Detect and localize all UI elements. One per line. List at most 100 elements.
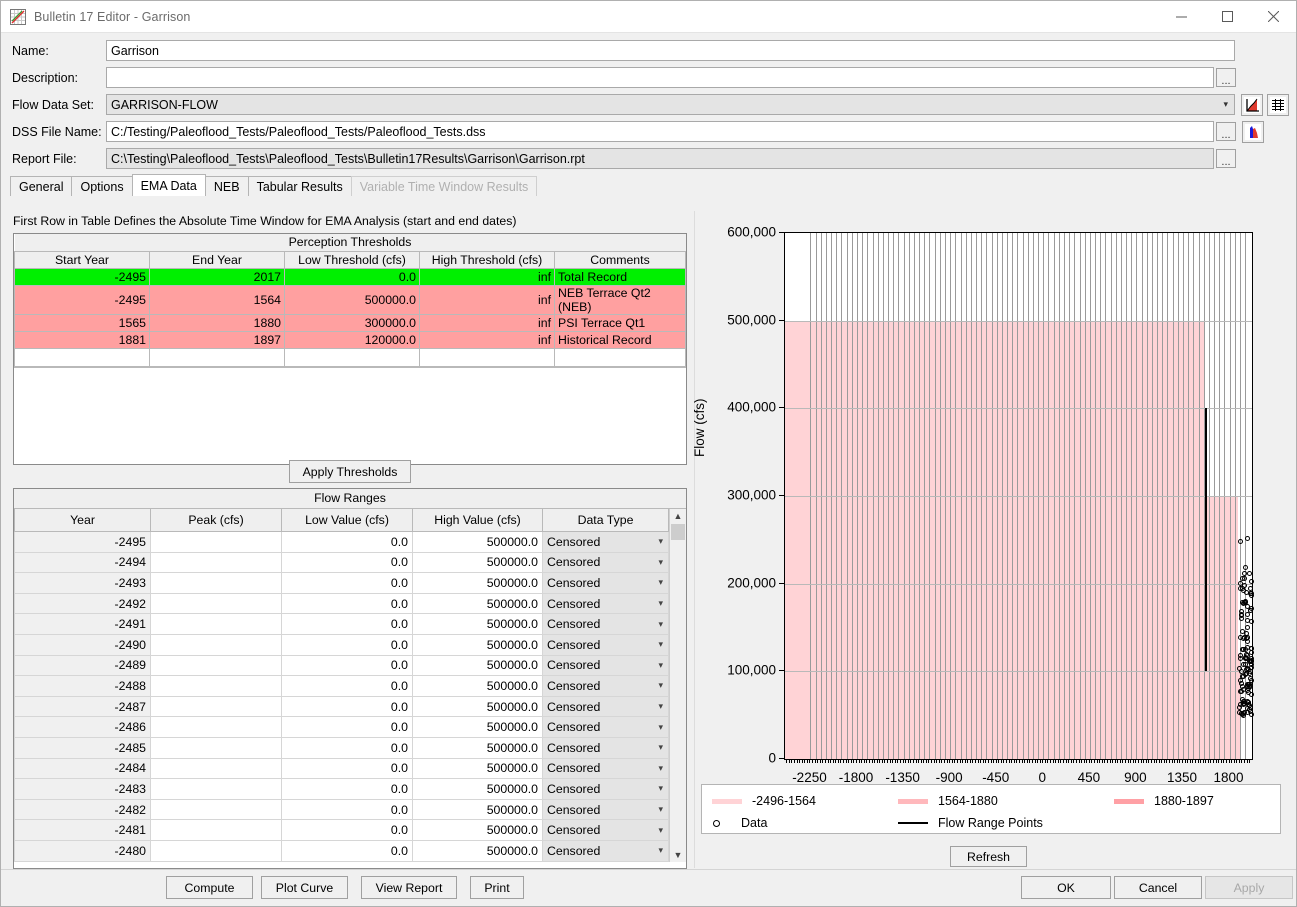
cell-low-value[interactable]: 0.0 bbox=[281, 736, 413, 759]
cell-high-value[interactable]: 500000.0 bbox=[412, 757, 543, 780]
cell-data-type[interactable]: Censored ▾ bbox=[542, 757, 669, 780]
cell-start-year[interactable] bbox=[14, 347, 150, 367]
table-row[interactable]: -2492 0.0 500000.0 Censored ▾ bbox=[14, 592, 669, 615]
scroll-down-icon[interactable]: ▼ bbox=[670, 847, 686, 862]
maximize-icon[interactable] bbox=[1204, 1, 1250, 32]
cell-data-type[interactable]: Censored ▾ bbox=[542, 531, 669, 553]
cell-comments[interactable]: Historical Record bbox=[554, 330, 686, 349]
tab-ema-data[interactable]: EMA Data bbox=[131, 174, 206, 196]
cell-peak[interactable] bbox=[150, 736, 282, 759]
cell-high-value[interactable]: 500000.0 bbox=[412, 798, 543, 821]
cell-data-type[interactable]: Censored ▾ bbox=[542, 736, 669, 759]
chevron-down-icon[interactable]: ▾ bbox=[658, 577, 668, 588]
cell-year[interactable]: -2489 bbox=[14, 654, 151, 677]
cell-start-year[interactable]: 1565 bbox=[14, 313, 150, 332]
cell-high-threshold[interactable]: inf bbox=[419, 313, 555, 332]
apply-thresholds-button[interactable]: Apply Thresholds bbox=[289, 460, 411, 483]
cell-peak[interactable] bbox=[150, 716, 282, 738]
chevron-down-icon[interactable]: ▾ bbox=[658, 557, 668, 568]
chevron-down-icon[interactable]: ▾ bbox=[658, 598, 668, 609]
cell-low-value[interactable]: 0.0 bbox=[281, 695, 413, 718]
chevron-down-icon[interactable]: ▾ bbox=[658, 536, 668, 547]
compute-button[interactable]: Compute bbox=[166, 876, 253, 899]
cell-high-value[interactable]: 500000.0 bbox=[412, 716, 543, 738]
chevron-down-icon[interactable]: ▾ bbox=[658, 783, 668, 794]
cell-data-type[interactable]: Censored ▾ bbox=[542, 695, 669, 718]
table-row[interactable]: 1881 1897 120000.0 inf Historical Record bbox=[14, 330, 686, 349]
cell-peak[interactable] bbox=[150, 839, 282, 862]
cell-high-value[interactable]: 500000.0 bbox=[412, 778, 543, 800]
cell-end-year[interactable] bbox=[149, 347, 285, 367]
cell-data-type[interactable]: Censored ▾ bbox=[542, 633, 669, 656]
table-row[interactable]: -2481 0.0 500000.0 Censored ▾ bbox=[14, 819, 669, 841]
cell-high-value[interactable]: 500000.0 bbox=[412, 654, 543, 677]
chevron-down-icon[interactable]: ▾ bbox=[658, 722, 668, 733]
table-row[interactable] bbox=[14, 347, 686, 367]
cell-comments[interactable]: PSI Terrace Qt1 bbox=[554, 313, 686, 332]
flow-data-set-combo[interactable]: GARRISON-FLOW ▾ bbox=[106, 94, 1235, 115]
cell-peak[interactable] bbox=[150, 675, 282, 697]
cell-start-year[interactable]: -2495 bbox=[14, 284, 150, 315]
table-row[interactable]: -2495 0.0 500000.0 Censored ▾ bbox=[14, 531, 669, 553]
cell-low-value[interactable]: 0.0 bbox=[281, 592, 413, 615]
cell-data-type[interactable]: Censored ▾ bbox=[542, 839, 669, 862]
cell-data-type[interactable]: Censored ▾ bbox=[542, 613, 669, 635]
cancel-button[interactable]: Cancel bbox=[1114, 876, 1202, 899]
cell-peak[interactable] bbox=[150, 819, 282, 841]
description-browse-button[interactable]: ... bbox=[1216, 68, 1236, 87]
cell-comments[interactable]: NEB Terrace Qt2 (NEB) bbox=[554, 284, 686, 315]
cell-data-type[interactable]: Censored ▾ bbox=[542, 675, 669, 697]
table-icon[interactable] bbox=[1267, 93, 1289, 116]
chevron-down-icon[interactable]: ▾ bbox=[658, 639, 668, 650]
cell-high-value[interactable]: 500000.0 bbox=[412, 633, 543, 656]
cell-comments[interactable] bbox=[554, 347, 686, 367]
cell-peak[interactable] bbox=[150, 633, 282, 656]
chevron-down-icon[interactable]: ▾ bbox=[658, 825, 668, 836]
cell-data-type[interactable]: Censored ▾ bbox=[542, 819, 669, 841]
print-button[interactable]: Print bbox=[470, 876, 524, 899]
cell-high-value[interactable]: 500000.0 bbox=[412, 736, 543, 759]
cell-year[interactable]: -2487 bbox=[14, 695, 151, 718]
cell-year[interactable]: -2485 bbox=[14, 736, 151, 759]
chevron-down-icon[interactable]: ▾ bbox=[658, 660, 668, 671]
cell-low-value[interactable]: 0.0 bbox=[281, 819, 413, 841]
table-row[interactable]: -2482 0.0 500000.0 Censored ▾ bbox=[14, 798, 669, 821]
cell-low-value[interactable]: 0.0 bbox=[281, 839, 413, 862]
table-row[interactable]: -2486 0.0 500000.0 Censored ▾ bbox=[14, 716, 669, 738]
cell-low-value[interactable]: 0.0 bbox=[281, 531, 413, 553]
table-row[interactable]: -2495 2017 0.0 inf Total Record bbox=[14, 267, 686, 286]
cell-low-value[interactable]: 0.0 bbox=[281, 551, 413, 574]
cell-comments[interactable]: Total Record bbox=[554, 267, 686, 286]
cell-year[interactable]: -2491 bbox=[14, 613, 151, 635]
chart-plot-area[interactable] bbox=[784, 232, 1255, 760]
cell-data-type[interactable]: Censored ▾ bbox=[542, 654, 669, 677]
cell-end-year[interactable]: 1880 bbox=[149, 313, 285, 332]
cell-low-threshold[interactable]: 120000.0 bbox=[284, 330, 420, 349]
table-row[interactable]: -2483 0.0 500000.0 Censored ▾ bbox=[14, 778, 669, 800]
chevron-down-icon[interactable]: ▾ bbox=[658, 701, 668, 712]
cell-high-threshold[interactable]: inf bbox=[419, 284, 555, 315]
cell-high-value[interactable]: 500000.0 bbox=[412, 839, 543, 862]
cell-peak[interactable] bbox=[150, 592, 282, 615]
minimize-icon[interactable] bbox=[1158, 1, 1204, 32]
table-row[interactable]: -2491 0.0 500000.0 Censored ▾ bbox=[14, 613, 669, 635]
cell-year[interactable]: -2482 bbox=[14, 798, 151, 821]
scroll-up-icon[interactable]: ▲ bbox=[670, 509, 686, 523]
cell-year[interactable]: -2484 bbox=[14, 757, 151, 780]
cell-low-threshold[interactable]: 500000.0 bbox=[284, 284, 420, 315]
cell-low-value[interactable]: 0.0 bbox=[281, 757, 413, 780]
table-row[interactable]: -2490 0.0 500000.0 Censored ▾ bbox=[14, 633, 669, 656]
cell-data-type[interactable]: Censored ▾ bbox=[542, 798, 669, 821]
cell-high-value[interactable]: 500000.0 bbox=[412, 819, 543, 841]
cell-low-value[interactable]: 0.0 bbox=[281, 716, 413, 738]
cell-peak[interactable] bbox=[150, 695, 282, 718]
chevron-down-icon[interactable]: ▾ bbox=[658, 845, 668, 856]
cell-peak[interactable] bbox=[150, 654, 282, 677]
cell-year[interactable]: -2480 bbox=[14, 839, 151, 862]
cell-year[interactable]: -2493 bbox=[14, 572, 151, 594]
cell-high-threshold[interactable]: inf bbox=[419, 330, 555, 349]
report-file-input[interactable]: C:\Testing\Paleoflood_Tests\Paleoflood_T… bbox=[106, 148, 1214, 169]
cell-peak[interactable] bbox=[150, 757, 282, 780]
cell-end-year[interactable]: 2017 bbox=[149, 267, 285, 286]
cell-high-value[interactable]: 500000.0 bbox=[412, 592, 543, 615]
